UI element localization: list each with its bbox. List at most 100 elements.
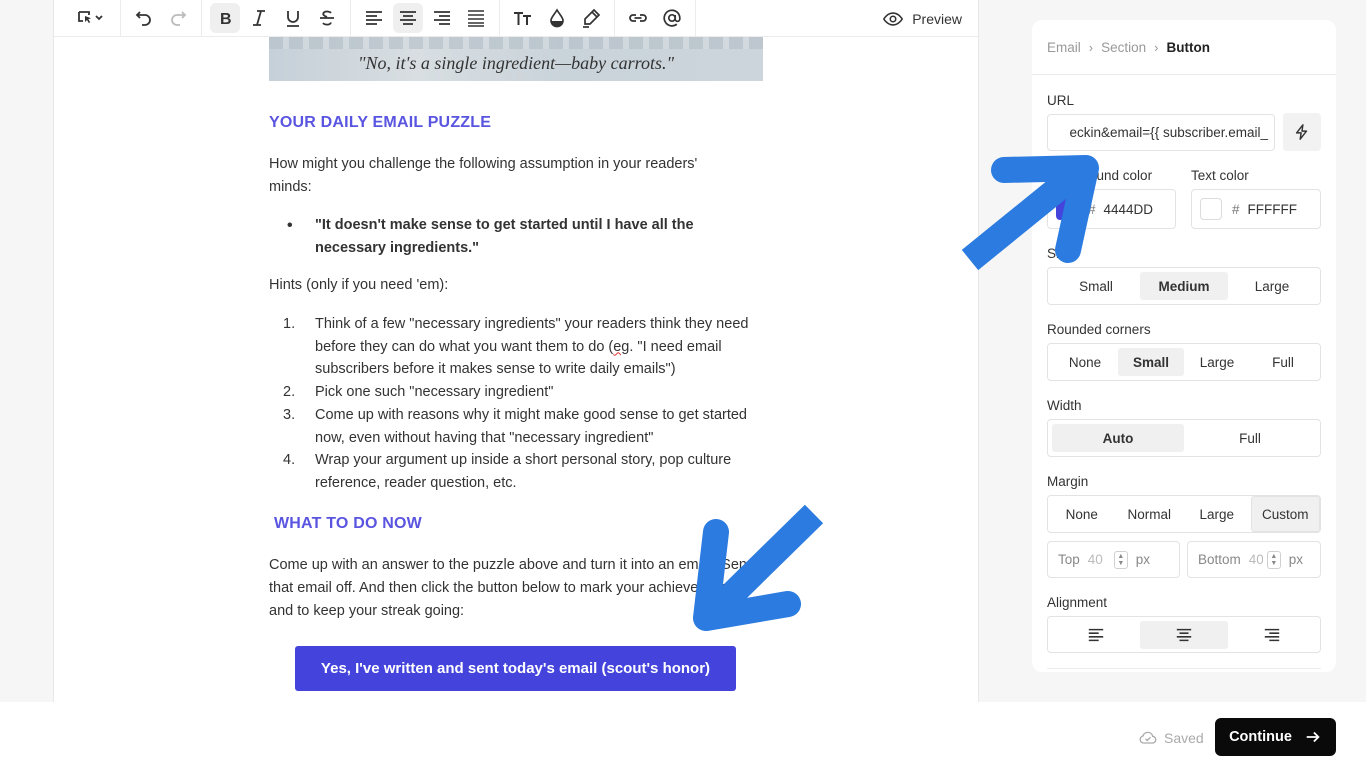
hash-symbol: # <box>1232 201 1240 217</box>
align-right-icon <box>434 11 450 25</box>
toolbar-group-align <box>351 0 500 37</box>
link-button[interactable] <box>623 3 653 33</box>
breadcrumb: Email › Section › Button <box>1032 20 1336 75</box>
puzzle-heading: YOUR DAILY EMAIL PUZZLE <box>269 114 492 131</box>
align-right-button[interactable] <box>427 3 457 33</box>
url-input[interactable]: eckin&email={{ subscriber.email_ <box>1047 114 1275 151</box>
alignment-option-right[interactable] <box>1228 621 1316 649</box>
redo-icon <box>171 11 187 26</box>
corners-option-large[interactable]: Large <box>1184 348 1250 376</box>
annotation-arrow-up-icon <box>961 155 1099 271</box>
toolbar-group-insert <box>615 0 696 37</box>
svg-text:B: B <box>220 11 232 28</box>
divider <box>1047 668 1321 669</box>
strikethrough-icon <box>320 10 334 26</box>
todo-heading: WHAT TO DO NOW <box>274 515 422 532</box>
strikethrough-button[interactable] <box>312 3 342 33</box>
text-size-icon <box>514 12 531 25</box>
cloud-check-icon <box>1139 731 1157 744</box>
width-selector: Auto Full <box>1047 419 1321 457</box>
margin-selector: None Normal Large Custom <box>1047 495 1321 533</box>
margin-option-none[interactable]: None <box>1048 500 1116 528</box>
width-option-auto[interactable]: Auto <box>1052 424 1184 452</box>
size-option-small[interactable]: Small <box>1052 272 1140 300</box>
hint-text: Pick one such "necessary ingredient" <box>315 384 554 401</box>
email-document: "No, it's a single ingredient—baby carro… <box>269 37 769 691</box>
bold-button[interactable]: B <box>210 3 240 33</box>
email-editor[interactable]: B Preview "No, it's a single ingredient—… <box>53 0 979 702</box>
url-label: URL <box>1047 93 1075 108</box>
bold-icon: B <box>220 11 232 28</box>
highlight-button[interactable] <box>576 3 606 33</box>
alignment-option-left[interactable] <box>1052 621 1140 649</box>
align-justify-button[interactable] <box>461 3 491 33</box>
content-image[interactable]: "No, it's a single ingredient—baby carro… <box>269 37 763 81</box>
list-number: 2. <box>283 384 296 401</box>
text-color-field[interactable]: # FFFFFF <box>1191 189 1321 229</box>
margin-option-normal[interactable]: Normal <box>1116 500 1184 528</box>
margin-label: Margin <box>1047 474 1089 489</box>
list-item: 4. Wrap your argument up inside a short … <box>269 449 759 494</box>
width-option-full[interactable]: Full <box>1184 424 1316 452</box>
background-color-value: 4444DD <box>1103 201 1154 217</box>
margin-option-custom[interactable]: Custom <box>1250 496 1320 532</box>
image-caption-text: "No, it's a single ingredient—baby carro… <box>357 53 675 73</box>
mention-icon <box>663 9 681 27</box>
preview-button[interactable]: Preview <box>882 4 962 34</box>
continue-button[interactable]: Continue <box>1215 718 1336 756</box>
italic-button[interactable] <box>244 3 274 33</box>
select-icon <box>78 11 103 23</box>
continue-label: Continue <box>1229 729 1292 745</box>
stepper-icon[interactable]: ▲ ▼ <box>1113 550 1128 569</box>
puzzle-intro: How might you challenge the following as… <box>269 156 698 195</box>
margin-bottom-value: 40 <box>1248 552 1263 567</box>
text-color-swatch[interactable] <box>1200 198 1222 220</box>
margin-option-large[interactable]: Large <box>1183 500 1251 528</box>
hints-list: 1. Think of a few "necessary ingredients… <box>269 313 759 495</box>
undo-icon <box>135 11 151 26</box>
alignment-option-center[interactable] <box>1140 620 1228 649</box>
margin-top-label: Top <box>1058 552 1080 567</box>
align-left-icon <box>1088 628 1104 641</box>
corners-option-small[interactable]: Small <box>1118 348 1184 376</box>
text-size-button[interactable] <box>508 3 538 33</box>
align-justify-icon <box>468 10 484 27</box>
arrow-right-icon <box>1306 731 1320 743</box>
mention-button[interactable] <box>657 3 687 33</box>
text-color-button[interactable] <box>542 3 572 33</box>
breadcrumb-email[interactable]: Email <box>1047 40 1081 55</box>
saved-label: Saved <box>1164 730 1204 746</box>
toolbar-group-format <box>500 0 615 37</box>
underline-icon <box>287 11 299 27</box>
lightning-icon <box>1295 124 1308 140</box>
align-center-button[interactable] <box>393 3 423 33</box>
highlighter-icon <box>583 8 601 28</box>
corners-option-none[interactable]: None <box>1052 348 1118 376</box>
spellcheck-word[interactable]: eg <box>613 339 629 355</box>
margin-bottom-input[interactable]: Bottom 40 ▲ ▼ px <box>1187 541 1321 578</box>
rounded-corners-label: Rounded corners <box>1047 322 1151 337</box>
align-center-icon <box>400 11 416 25</box>
margin-bottom-unit: px <box>1288 552 1304 567</box>
size-option-large[interactable]: Large <box>1228 272 1316 300</box>
margin-top-input[interactable]: Top 40 ▲ ▼ px <box>1047 541 1180 578</box>
toolbar-group-select <box>60 0 121 37</box>
eye-icon <box>883 12 904 26</box>
align-left-button[interactable] <box>359 3 389 33</box>
alignment-label: Alignment <box>1047 595 1108 610</box>
stepper-icon[interactable]: ▲ ▼ <box>1266 550 1281 569</box>
color-drop-icon <box>550 8 564 28</box>
alignment-selector <box>1047 616 1321 653</box>
merge-tag-button[interactable] <box>1283 113 1321 151</box>
redo-button[interactable] <box>163 3 193 33</box>
list-number: 3. <box>283 406 296 423</box>
list-item: 2. Pick one such "necessary ingredient" <box>269 381 759 404</box>
email-cta-button[interactable]: Yes, I've written and sent today's email… <box>295 646 736 691</box>
undo-button[interactable] <box>129 3 159 33</box>
breadcrumb-section[interactable]: Section <box>1101 40 1146 55</box>
corners-option-full[interactable]: Full <box>1250 348 1316 376</box>
size-option-medium[interactable]: Medium <box>1140 272 1228 300</box>
list-number: 1. <box>283 316 296 332</box>
select-tool-button[interactable] <box>68 3 112 33</box>
underline-button[interactable] <box>278 3 308 33</box>
